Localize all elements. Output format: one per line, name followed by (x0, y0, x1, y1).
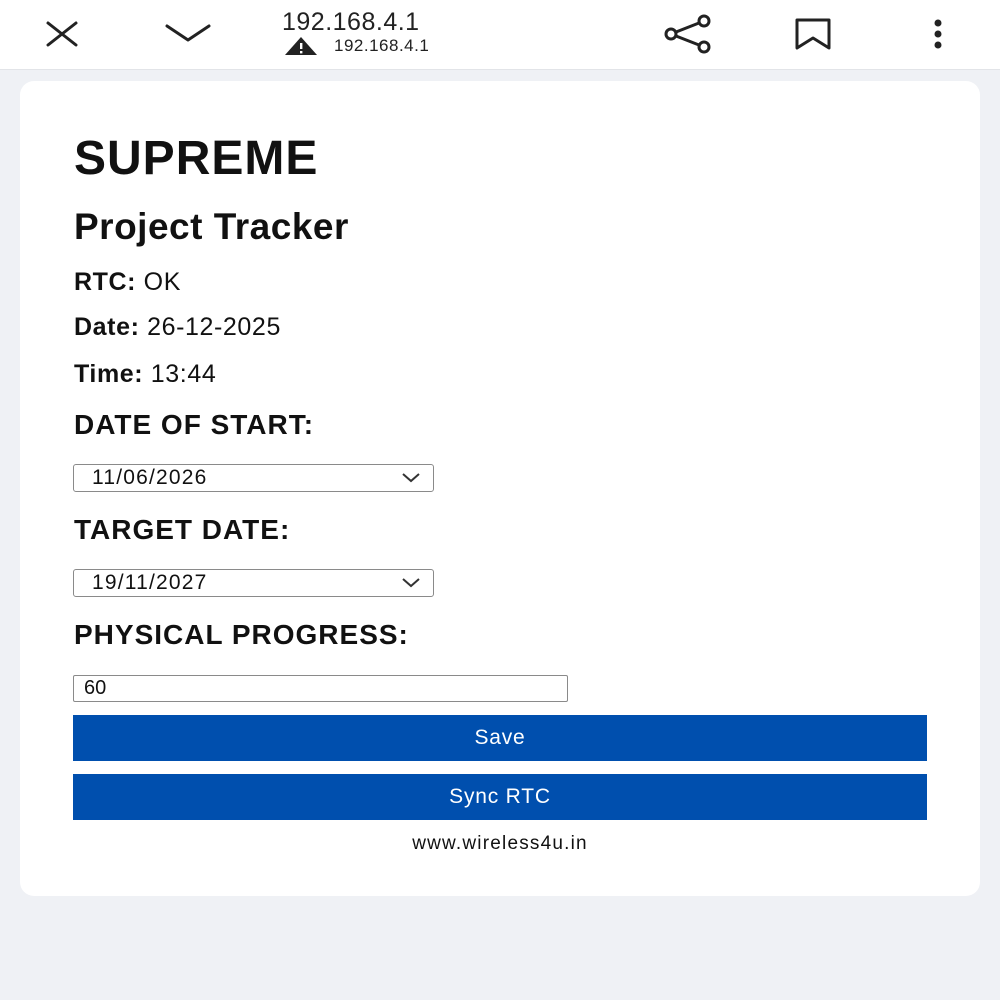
rtc-status: RTC: OK (74, 268, 181, 297)
start-date-select[interactable]: 11/06/2026 (73, 464, 434, 492)
url-subtitle-row[interactable]: 192.168.4.1 (284, 36, 429, 56)
physical-progress-label: PHYSICAL PROGRESS: (74, 619, 409, 650)
page-subtitle: Project Tracker (74, 206, 349, 247)
page-title: SUPREME (74, 132, 319, 185)
time-label: Time: (74, 360, 144, 388)
bookmark-icon[interactable] (790, 12, 836, 56)
start-date-label: DATE OF START: (74, 409, 315, 440)
sync-rtc-button[interactable]: Sync RTC (73, 774, 927, 820)
current-time: Time: 13:44 (74, 360, 216, 389)
current-date: Date: 26-12-2025 (74, 313, 281, 342)
time-value: 13:44 (150, 360, 217, 388)
url-title[interactable]: 192.168.4.1 (282, 8, 420, 37)
rtc-label: RTC: (74, 268, 137, 296)
target-date-value: 19/11/2027 (92, 571, 208, 594)
chevron-down-icon[interactable] (162, 16, 214, 52)
target-date-select[interactable]: 19/11/2027 (73, 569, 434, 597)
physical-progress-input[interactable] (73, 675, 568, 702)
chevron-down-icon (402, 578, 420, 588)
save-button[interactable]: Save (73, 715, 927, 761)
close-icon[interactable] (40, 14, 84, 54)
warning-icon (284, 36, 318, 56)
browser-toolbar: 192.168.4.1 192.168.4.1 (0, 0, 1000, 70)
date-label: Date: (74, 313, 140, 341)
rtc-value: OK (143, 268, 181, 296)
url-subtitle: 192.168.4.1 (334, 36, 430, 55)
date-value: 26-12-2025 (147, 313, 281, 341)
more-vert-icon[interactable] (918, 12, 958, 56)
footer-link[interactable]: www.wireless4u.in (0, 833, 1000, 855)
target-date-label: TARGET DATE: (74, 514, 291, 545)
share-icon[interactable] (660, 12, 716, 56)
chevron-down-icon (402, 473, 420, 483)
start-date-value: 11/06/2026 (92, 466, 208, 489)
